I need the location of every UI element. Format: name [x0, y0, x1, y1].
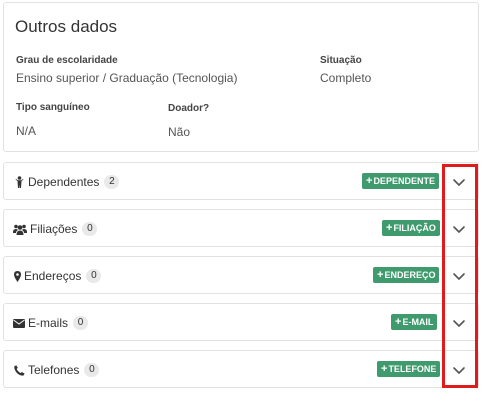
add-endereco-button[interactable]: +ENDEREÇO: [373, 267, 440, 283]
child-icon: [13, 176, 25, 188]
chevron-down-icon[interactable]: [452, 269, 466, 283]
status-value: Completo: [320, 71, 372, 85]
section-header[interactable]: E-mails 0: [13, 304, 89, 342]
count-badge: 0: [82, 222, 98, 236]
section-title: E-mails: [28, 316, 69, 330]
section-title: Endereços: [24, 269, 82, 283]
phone-icon: [13, 364, 25, 376]
section-emails: E-mails 0 +E-MAIL: [3, 303, 479, 341]
other-data-card: Outros dados Grau de escolaridade Ensino…: [3, 2, 479, 152]
map-marker-icon: [13, 270, 21, 282]
add-button-label: FILIAÇÃO: [393, 223, 436, 233]
section-filiacoes: Filiações 0 +FILIAÇÃO: [3, 209, 479, 247]
users-icon: [13, 223, 27, 235]
section-header[interactable]: Filiações 0: [13, 210, 98, 248]
envelope-icon: [13, 317, 25, 329]
add-telefone-button[interactable]: +TELEFONE: [377, 361, 441, 377]
chevron-down-icon[interactable]: [452, 316, 466, 330]
chevron-down-icon[interactable]: [452, 222, 466, 236]
donor-label: Doador?: [168, 103, 210, 114]
education-field: Grau de escolaridade Ensino superior / G…: [16, 55, 237, 85]
section-dependentes: Dependentes 2 +DEPENDENTE: [3, 162, 479, 200]
add-email-button[interactable]: +E-MAIL: [391, 314, 438, 330]
add-button-label: TELEFONE: [388, 364, 437, 374]
chevron-down-icon[interactable]: [452, 175, 466, 189]
add-dependente-button[interactable]: +DEPENDENTE: [362, 173, 439, 189]
count-badge: 0: [86, 269, 102, 283]
blood-type-label: Tipo sanguíneo: [16, 102, 90, 113]
card-title: Outros dados: [15, 17, 118, 36]
plus-icon: +: [381, 363, 388, 375]
plus-icon: +: [386, 222, 393, 234]
section-header[interactable]: Dependentes 2: [13, 163, 120, 201]
section-enderecos: Endereços 0 +ENDEREÇO: [3, 256, 479, 294]
section-header[interactable]: Endereços 0: [13, 257, 102, 295]
add-button-label: ENDEREÇO: [384, 270, 436, 280]
section-title: Filiações: [30, 222, 78, 236]
blood-type-value: N/A: [16, 124, 37, 138]
status-label: Situação: [320, 55, 362, 66]
education-value: Ensino superior / Graduação (Tecnologia): [16, 71, 238, 85]
add-filiacao-button[interactable]: +FILIAÇÃO: [382, 220, 440, 236]
section-telefones: Telefones 0 +TELEFONE: [3, 350, 479, 388]
chevron-down-icon[interactable]: [452, 363, 466, 377]
donor-field: Doador? Não: [168, 103, 209, 139]
add-button-label: E-MAIL: [402, 317, 434, 327]
status-field: Situação Completo: [320, 55, 371, 85]
section-header[interactable]: Telefones 0: [13, 351, 100, 389]
plus-icon: +: [377, 269, 384, 281]
blood-type-field: Tipo sanguíneo N/A: [16, 102, 90, 138]
count-badge: 0: [73, 316, 89, 330]
add-button-label: DEPENDENTE: [373, 176, 435, 186]
count-badge: 2: [104, 175, 120, 189]
education-label: Grau de escolaridade: [16, 55, 118, 66]
plus-icon: +: [395, 316, 402, 328]
count-badge: 0: [84, 363, 100, 377]
donor-value: Não: [168, 125, 191, 139]
plus-icon: +: [366, 175, 373, 187]
section-title: Dependentes: [28, 175, 100, 189]
section-title: Telefones: [28, 363, 80, 377]
